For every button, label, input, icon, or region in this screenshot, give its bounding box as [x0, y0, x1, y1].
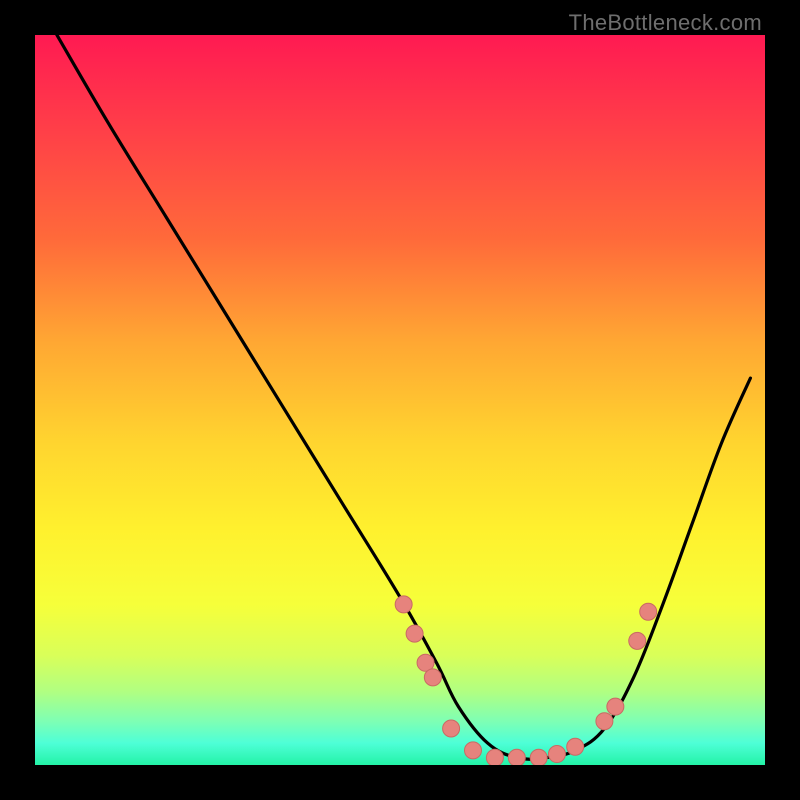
bottleneck-curve-path	[57, 35, 751, 759]
curve-marker	[395, 596, 412, 613]
bottleneck-curve-svg	[35, 35, 765, 765]
curve-marker	[443, 720, 460, 737]
chart-frame: TheBottleneck.com	[0, 0, 800, 800]
curve-marker	[424, 669, 441, 686]
curve-marker	[640, 603, 657, 620]
watermark-text: TheBottleneck.com	[569, 10, 762, 36]
curve-marker	[629, 632, 646, 649]
gradient-plot-area	[35, 35, 765, 765]
curve-marker	[406, 625, 423, 642]
curve-marker	[486, 749, 503, 765]
curve-markers	[395, 596, 657, 765]
curve-marker	[417, 654, 434, 671]
curve-marker	[548, 746, 565, 763]
curve-marker	[596, 713, 613, 730]
curve-marker	[530, 749, 547, 765]
curve-marker	[508, 749, 525, 765]
curve-marker	[567, 738, 584, 755]
curve-marker	[607, 698, 624, 715]
curve-marker	[465, 742, 482, 759]
